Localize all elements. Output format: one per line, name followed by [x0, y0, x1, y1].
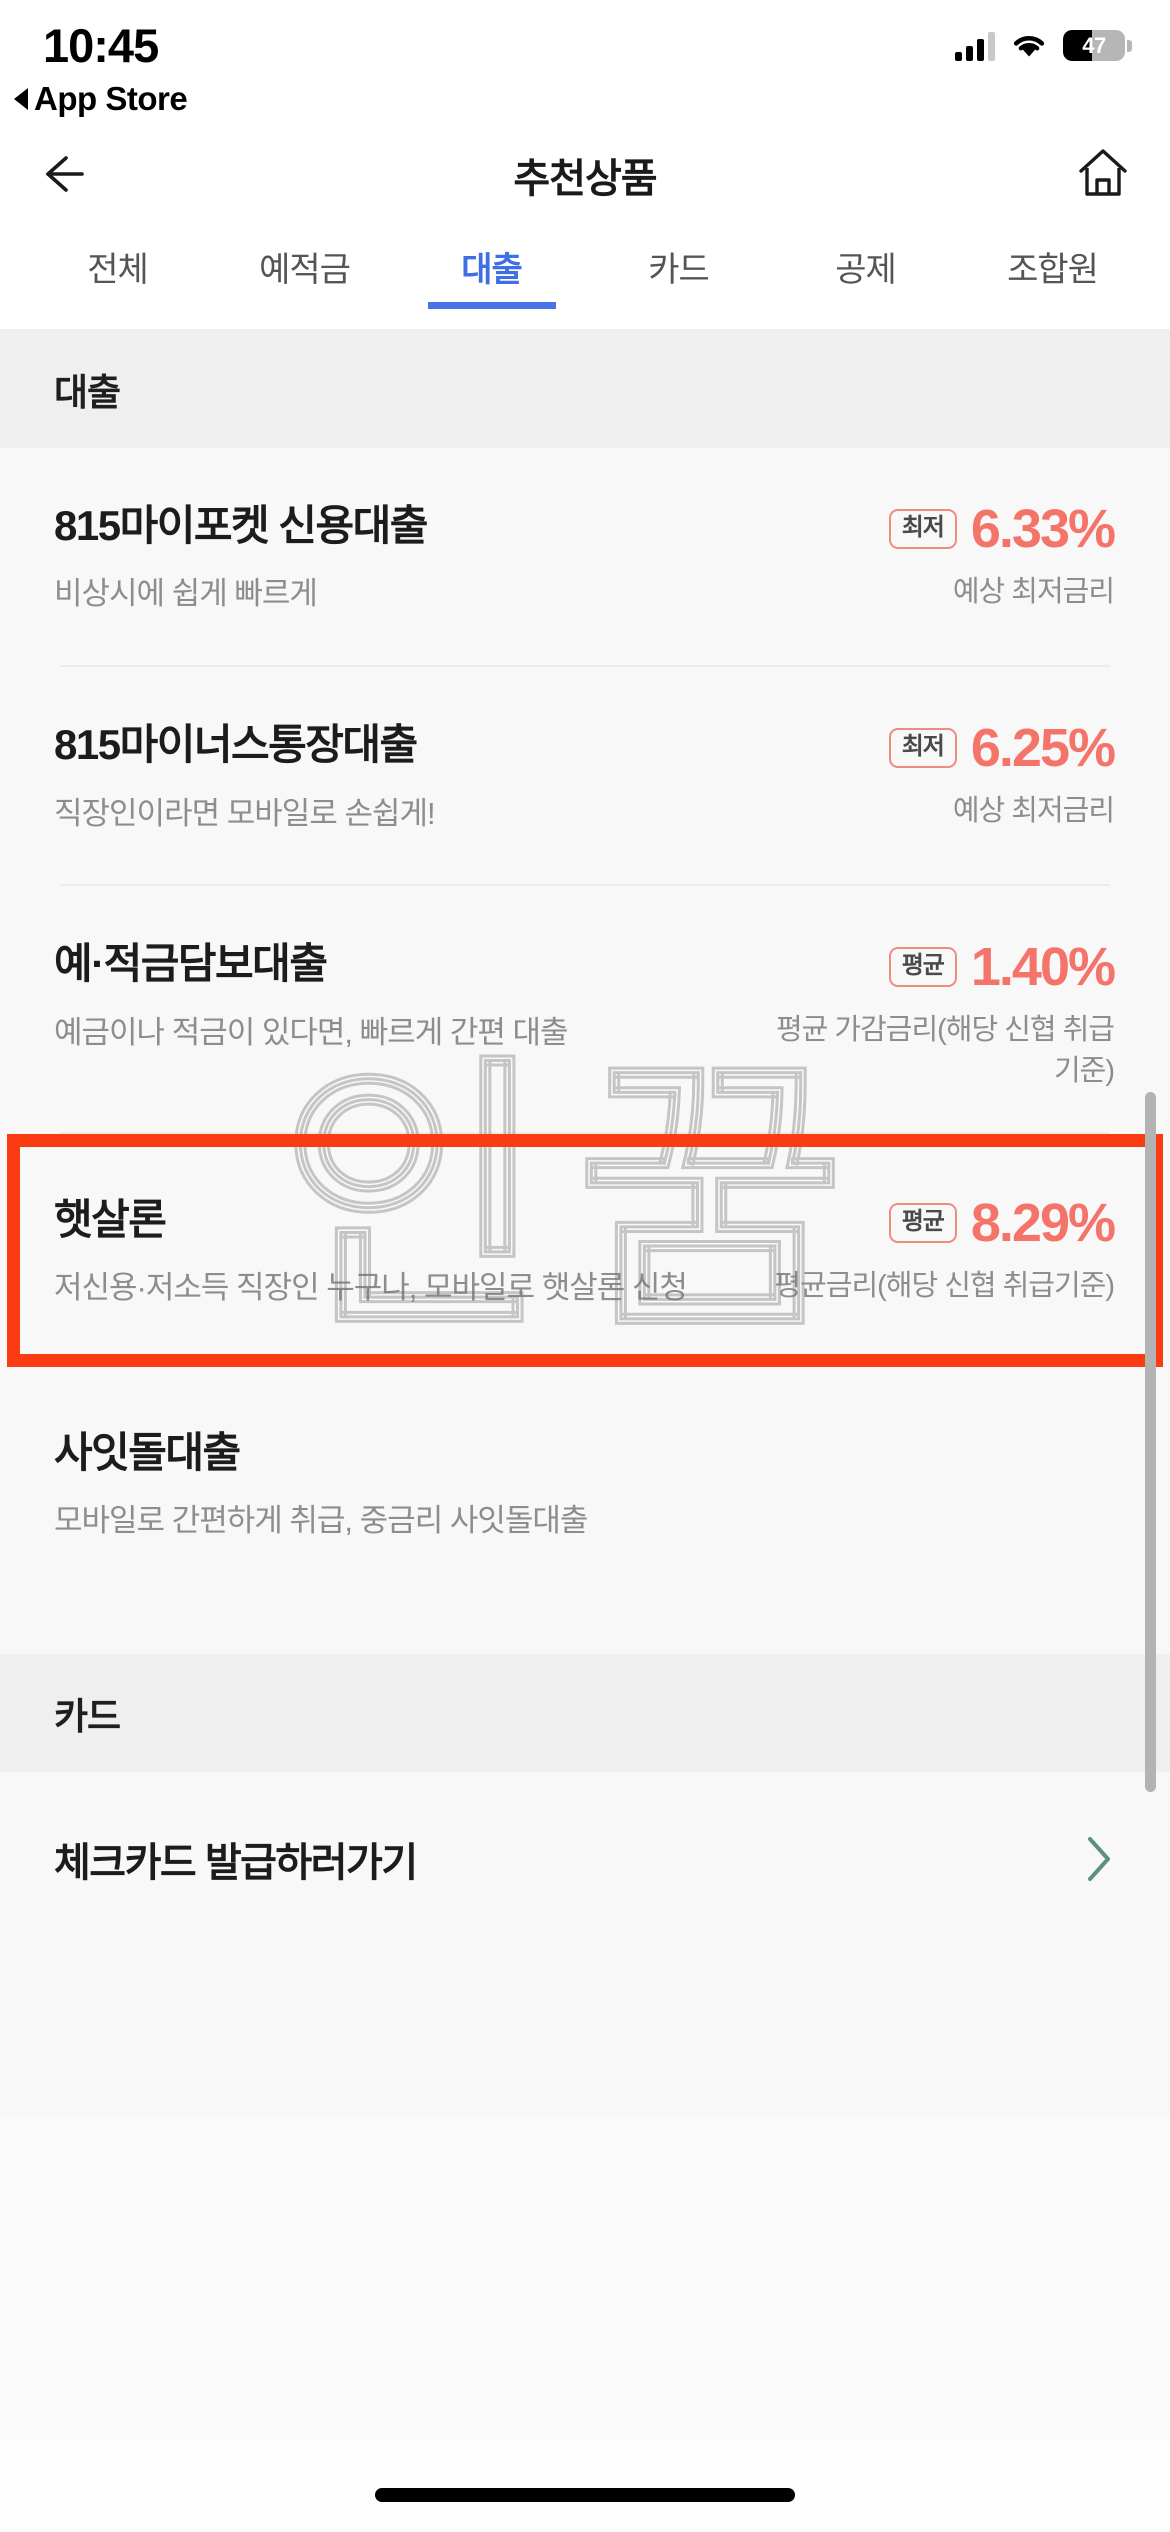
- category-tabs: 전체 예적금 대출 카드 공제 조합원: [0, 230, 1170, 330]
- product-description: 모바일로 간편하게 취급, 중금리 사잇돌대출: [54, 1503, 588, 1539]
- list-item[interactable]: 예·적금담보대출 예금이나 적금이 있다면, 빠르게 간편 대출 평균 1.40…: [0, 886, 1170, 1134]
- section-header-loan-label: 대출: [54, 372, 121, 413]
- section-header-card: 카드: [0, 1654, 1170, 1773]
- tab-card[interactable]: 카드: [585, 230, 772, 291]
- product-description: 직장인이라면 모바일로 손쉽게!: [54, 795, 436, 831]
- product-rate: [774, 1429, 1114, 1445]
- status-bar: 10:45 App Store 47: [0, 0, 1170, 120]
- product-info: 815마이너스통장대출 직장인이라면 모바일로 손쉽게!: [54, 721, 774, 836]
- cellular-signal-icon: [955, 31, 995, 61]
- home-icon[interactable]: [1074, 144, 1132, 202]
- rate-note: 예상 최저금리: [952, 576, 1115, 608]
- list-item[interactable]: 815마이포켓 신용대출 비상시에 쉽게 빠르게 최저 6.33% 예상 최저금…: [0, 448, 1170, 668]
- product-name: 햇살론: [54, 1195, 167, 1243]
- loan-product-list: 815마이포켓 신용대출 비상시에 쉽게 빠르게 최저 6.33% 예상 최저금…: [0, 448, 1170, 1615]
- section-header-loan: 대출: [0, 330, 1170, 448]
- product-info: 예·적금담보대출 예금이나 적금이 있다면, 빠르게 간편 대출: [54, 940, 774, 1055]
- product-description: 비상시에 쉽게 빠르게: [54, 576, 318, 612]
- product-info: 햇살론 저신용·저소득 직장인 누구나, 모바일로 햇살론 신청: [54, 1196, 774, 1311]
- list-item-highlighted[interactable]: 햇살론 저신용·저소득 직장인 누구나, 모바일로 햇살론 신청 평균 8.29…: [0, 1133, 1170, 1367]
- rate-badge: 최저: [888, 728, 957, 769]
- bottom-padding: [0, 1946, 1170, 2117]
- tab-loan[interactable]: 대출: [398, 230, 585, 291]
- product-name: 815마이너스통장대출: [54, 721, 418, 769]
- product-info: 사잇돌대출 모바일로 간편하게 취급, 중금리 사잇돌대출: [54, 1429, 774, 1544]
- status-icons: 47: [955, 30, 1132, 61]
- battery-icon: 47: [1063, 30, 1132, 61]
- section-spacer: [0, 1614, 1170, 1655]
- vertical-scrollbar[interactable]: [1145, 1092, 1156, 1792]
- nav-bar: 추천상품: [0, 120, 1170, 230]
- status-time: 10:45: [43, 19, 159, 72]
- product-info: 815마이포켓 신용대출 비상시에 쉽게 빠르게: [54, 502, 774, 617]
- rate-note: 평균금리(해당 신협 취급기준): [774, 1269, 1115, 1302]
- list-item[interactable]: 사잇돌대출 모바일로 간편하게 취급, 중금리 사잇돌대출: [0, 1366, 1170, 1615]
- product-name: 예·적금담보대출: [54, 940, 328, 988]
- product-description: 저신용·저소득 직장인 누구나, 모바일로 햇살론 신청: [54, 1269, 688, 1305]
- product-rate: 최저 6.25% 예상 최저금리: [774, 718, 1116, 832]
- tab-member[interactable]: 조합원: [959, 230, 1146, 291]
- home-indicator[interactable]: [375, 2488, 795, 2502]
- tab-mutual-aid[interactable]: 공제: [772, 230, 959, 291]
- section-header-card-label: 카드: [54, 1696, 121, 1738]
- back-triangle-icon: [14, 88, 28, 110]
- page-title: 추천상품: [513, 157, 657, 201]
- back-app-label: App Store: [34, 80, 188, 117]
- rate-note: 평균 가감금리(해당 신협 취급기준): [776, 1014, 1115, 1088]
- rate-value: 1.40%: [970, 937, 1116, 998]
- product-description: 예금이나 적금이 있다면, 빠르게 간편 대출: [54, 1014, 569, 1050]
- wifi-icon: [1011, 32, 1047, 60]
- tab-savings[interactable]: 예적금: [211, 230, 398, 291]
- rate-value: 8.29%: [970, 1192, 1116, 1253]
- rate-badge: 최저: [888, 509, 957, 549]
- tab-all[interactable]: 전체: [24, 230, 211, 291]
- list-item[interactable]: 815마이너스통장대출 직장인이라면 모바일로 손쉽게! 최저 6.25% 예상…: [0, 667, 1170, 887]
- product-rate: 평균 8.29% 평균금리(해당 신협 취급기준): [774, 1192, 1116, 1307]
- check-card-label: 체크카드 발급하러가기: [54, 1841, 418, 1886]
- bottom-safe-area: [0, 2440, 1170, 2532]
- rate-note: 예상 최저금리: [952, 795, 1115, 828]
- list-item-check-card[interactable]: 체크카드 발급하러가기: [0, 1772, 1170, 1947]
- rate-badge: 평균: [888, 1202, 957, 1243]
- rate-value: 6.33%: [970, 499, 1116, 559]
- chevron-right-icon: [1082, 1833, 1116, 1885]
- back-to-app-store[interactable]: App Store: [14, 80, 188, 118]
- rate-value: 6.25%: [970, 718, 1116, 779]
- phone-screen: 10:45 App Store 47 추천상품 전체 예적금 대출 카드 공제 …: [0, 0, 1170, 2532]
- rate-badge: 평균: [888, 947, 957, 988]
- battery-level: 47: [1082, 33, 1106, 58]
- product-name: 815마이포켓 신용대출: [54, 502, 428, 549]
- product-name: 사잇돌대출: [54, 1428, 241, 1476]
- product-rate: 평균 1.40% 평균 가감금리(해당 신협 취급기준): [774, 937, 1116, 1091]
- product-rate: 최저 6.33% 예상 최저금리: [774, 499, 1116, 613]
